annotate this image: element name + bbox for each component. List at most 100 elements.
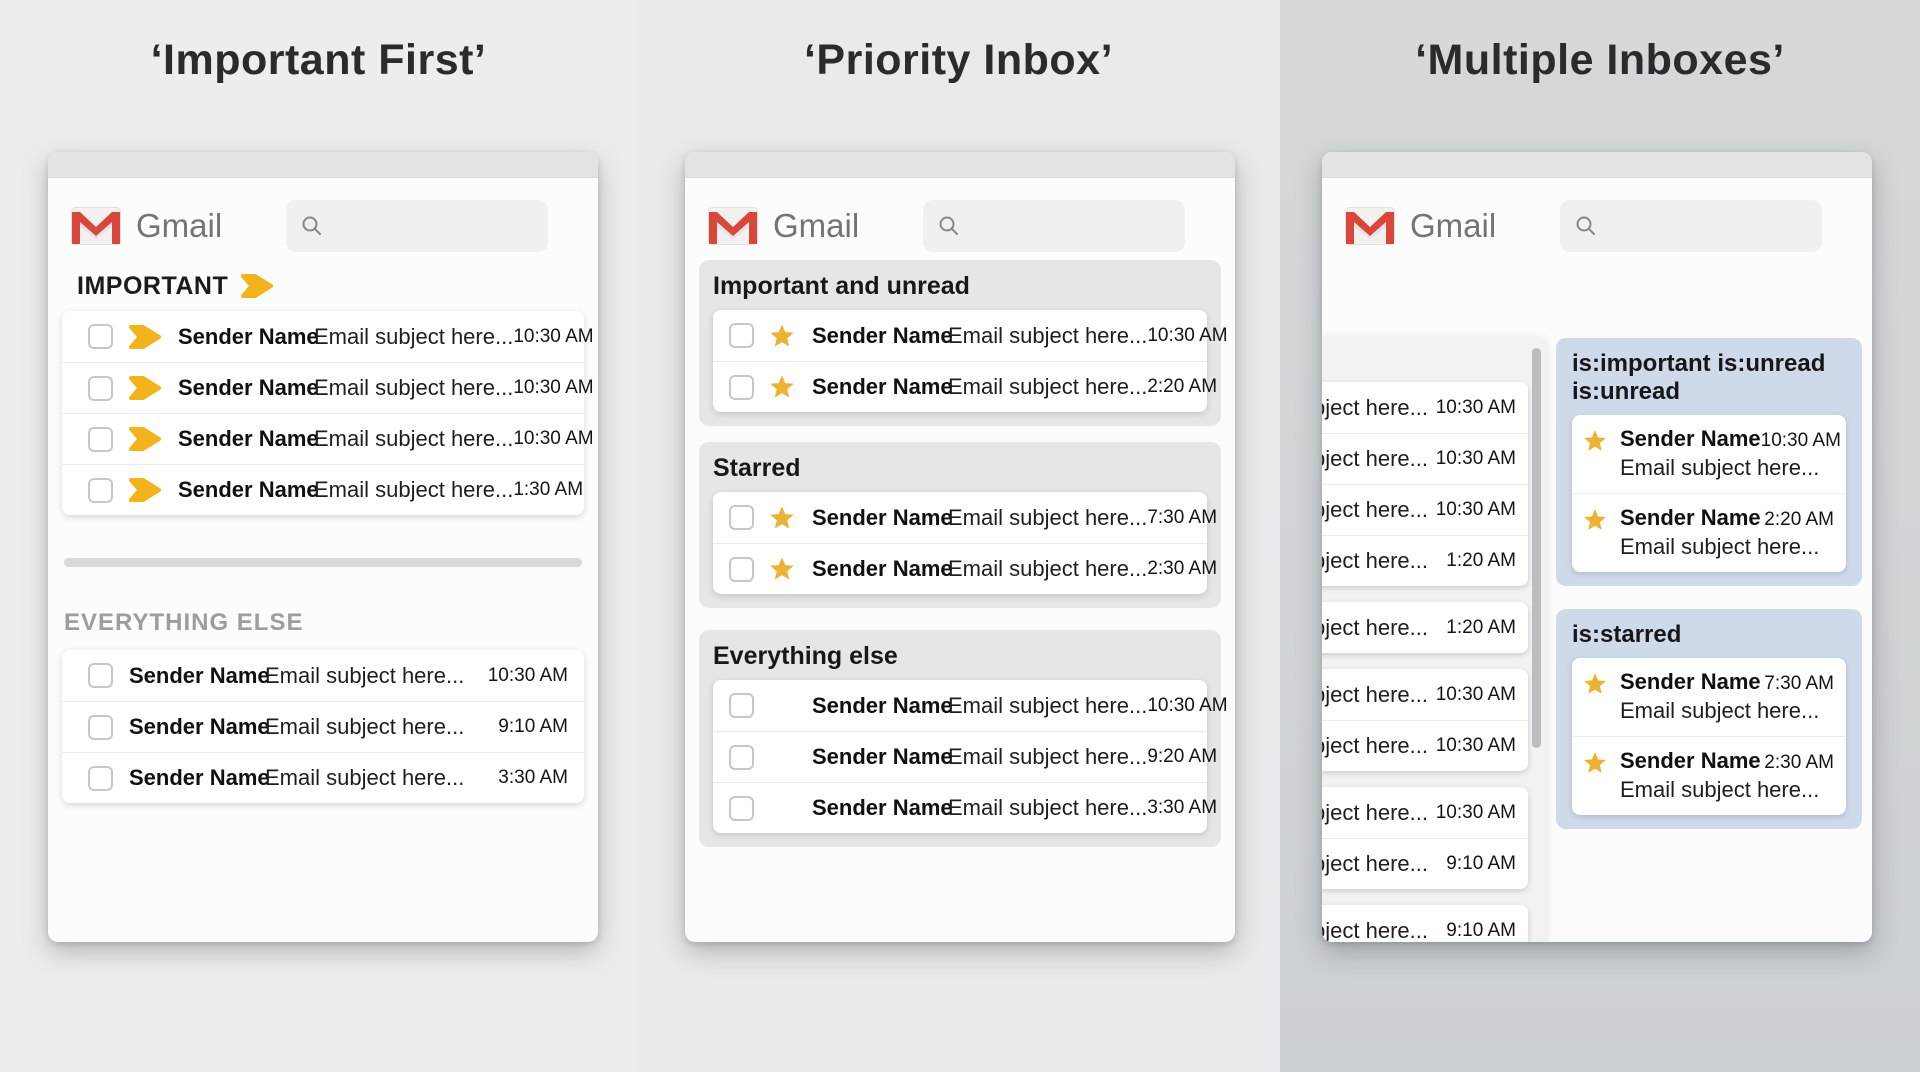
email-row[interactable]: Sender Name Email subject here... 2:30 A… xyxy=(713,543,1207,594)
email-subject: Email subject here... xyxy=(265,765,498,791)
email-row[interactable]: Sender Name Email subject here... 9:20 A… xyxy=(713,731,1207,782)
email-time: 2:20 AM xyxy=(1147,376,1217,398)
section-label: Everything else xyxy=(713,642,1207,670)
important-label: IMPORTANT xyxy=(77,272,228,301)
checkbox[interactable] xyxy=(729,557,754,582)
star-icon[interactable] xyxy=(768,373,796,401)
email-row[interactable]: Sender Name Email subject here... 10:30 … xyxy=(713,310,1207,361)
star-icon[interactable] xyxy=(1582,428,1608,454)
email-subject: Email subject here... xyxy=(948,505,1147,531)
email-row[interactable]: Sender Name 7:30 AM Email subject here..… xyxy=(1572,658,1846,736)
email-subject: Email subject here... xyxy=(1620,698,1834,724)
email-row[interactable]: Sender Name Email subject here... 1:30 A… xyxy=(62,464,584,515)
email-time: 10:30 AM xyxy=(1436,735,1516,757)
email-row[interactable]: Sender Name Email subject here... 10:30 … xyxy=(62,650,584,701)
email-row[interactable]: Email subject here... 10:30 AM xyxy=(1322,787,1528,838)
checkbox[interactable] xyxy=(88,766,113,791)
search-input[interactable] xyxy=(286,200,548,252)
star-icon[interactable] xyxy=(1582,671,1608,697)
checkbox[interactable] xyxy=(88,427,113,452)
email-subject: Email subject here... xyxy=(314,426,513,452)
email-row[interactable]: Sender Name Email subject here... 10:30 … xyxy=(62,311,584,362)
email-row[interactable]: Sender Name Email subject here... 3:30 A… xyxy=(713,782,1207,833)
importance-marker-icon[interactable] xyxy=(128,324,162,350)
gmail-logo-icon xyxy=(70,206,122,246)
section-email-list: Sender Name Email subject here... 10:30 … xyxy=(713,310,1207,412)
checkbox[interactable] xyxy=(729,796,754,821)
email-subject: Email subject here... xyxy=(948,374,1147,400)
email-row[interactable]: Email subject here... 10:30 AM xyxy=(1322,484,1528,535)
email-subject: Email subject here... xyxy=(948,556,1147,582)
checkbox[interactable] xyxy=(88,478,113,503)
email-row[interactable]: Email subject here... 9:10 AM xyxy=(1322,838,1528,889)
email-content: Sender Name 10:30 AM Email subject here.… xyxy=(1620,426,1841,481)
email-time: 9:10 AM xyxy=(1446,853,1516,875)
gmail-header: Gmail xyxy=(48,198,598,254)
checkbox[interactable] xyxy=(88,715,113,740)
search-input[interactable] xyxy=(923,200,1185,252)
checkbox[interactable] xyxy=(729,505,754,530)
email-subject-clipped: Email subject here... xyxy=(1322,548,1428,574)
email-subject-clipped: Email subject here... xyxy=(1322,851,1428,877)
checkbox[interactable] xyxy=(729,693,754,718)
star-icon[interactable] xyxy=(1582,750,1608,776)
email-group: Email subject here... 10:30 AM Email sub… xyxy=(1322,382,1528,586)
search-icon xyxy=(301,215,323,237)
star-icon[interactable] xyxy=(768,555,796,583)
section-email-list: Sender Name Email subject here... 10:30 … xyxy=(713,680,1207,833)
email-subject-clipped: Email subject here... xyxy=(1322,733,1428,759)
email-time: 10:30 AM xyxy=(1436,499,1516,521)
sender-name: Sender Name xyxy=(1620,748,1761,774)
gmail-window-important-first: Gmail IMPORTANT Sender Name Email subjec… xyxy=(48,152,598,942)
column-priority-inbox: ‘Priority Inbox’ Gmail Important and unr… xyxy=(637,0,1280,1072)
star-icon[interactable] xyxy=(768,504,796,532)
email-content: Sender Name 2:30 AM Email subject here..… xyxy=(1620,748,1834,803)
email-row[interactable]: Sender Name Email subject here... 10:30 … xyxy=(62,413,584,464)
checkbox[interactable] xyxy=(729,375,754,400)
email-row[interactable]: Sender Name Email subject here... 3:30 A… xyxy=(62,752,584,803)
email-row[interactable]: Email subject here... 9:10 AM xyxy=(1322,905,1528,942)
scrollbar-thumb[interactable] xyxy=(1532,348,1541,748)
sender-name: Sender Name xyxy=(812,795,948,821)
email-row[interactable]: Sender Name Email subject here... 2:20 A… xyxy=(713,361,1207,412)
importance-marker-icon[interactable] xyxy=(128,477,162,503)
email-row[interactable]: Email subject here... 1:20 AM xyxy=(1322,535,1528,586)
email-row[interactable]: Email subject here... 1:20 AM xyxy=(1322,602,1528,653)
checkbox[interactable] xyxy=(88,663,113,688)
email-time: 9:20 AM xyxy=(1147,746,1217,768)
email-row[interactable]: Sender Name 2:20 AM Email subject here..… xyxy=(1572,493,1846,572)
checkbox[interactable] xyxy=(88,376,113,401)
search-input[interactable] xyxy=(1560,200,1822,252)
gmail-window-priority-inbox: Gmail Important and unread Sender Name E… xyxy=(685,152,1235,942)
checkbox[interactable] xyxy=(729,745,754,770)
star-icon[interactable] xyxy=(1582,507,1608,533)
importance-marker-icon[interactable] xyxy=(128,426,162,452)
email-row[interactable]: Email subject here... 10:30 AM xyxy=(1322,720,1528,771)
email-row[interactable]: Sender Name Email subject here... 9:10 A… xyxy=(62,701,584,752)
sender-name: Sender Name xyxy=(1620,505,1761,531)
email-row[interactable]: Sender Name Email subject here... 10:30 … xyxy=(62,362,584,413)
checkbox[interactable] xyxy=(729,323,754,348)
email-row[interactable]: Email subject here... 10:30 AM xyxy=(1322,433,1528,484)
page-title: ‘Important First’ xyxy=(0,36,637,85)
importance-marker-icon[interactable] xyxy=(128,375,162,401)
query-inbox-starred: is:starred Sender Name 7:30 AM Email sub… xyxy=(1556,609,1862,829)
star-icon[interactable] xyxy=(768,322,796,350)
email-row[interactable]: Email subject here... 10:30 AM xyxy=(1322,669,1528,720)
gmail-wordmark: Gmail xyxy=(136,207,222,245)
email-row[interactable]: Sender Name Email subject here... 10:30 … xyxy=(713,680,1207,731)
column-important-first: ‘Important First’ Gmail IMPORTANT Sender… xyxy=(0,0,637,1072)
email-row[interactable]: Sender Name 2:30 AM Email subject here..… xyxy=(1572,736,1846,815)
sender-name: Sender Name xyxy=(812,505,948,531)
email-row[interactable]: Sender Name Email subject here... 7:30 A… xyxy=(713,492,1207,543)
email-subject: Email subject here... xyxy=(948,693,1147,719)
email-content: Sender Name 7:30 AM Email subject here..… xyxy=(1620,669,1834,724)
important-section-header: IMPORTANT xyxy=(77,272,598,300)
sender-name: Sender Name xyxy=(129,714,265,740)
checkbox[interactable] xyxy=(88,324,113,349)
email-row[interactable]: Email subject here... 10:30 AM xyxy=(1322,382,1528,433)
email-time: 7:30 AM xyxy=(1764,673,1834,695)
email-row[interactable]: Sender Name 10:30 AM Email subject here.… xyxy=(1572,415,1846,493)
page-title: ‘Priority Inbox’ xyxy=(637,36,1280,85)
section-label: Starred xyxy=(713,454,1207,482)
